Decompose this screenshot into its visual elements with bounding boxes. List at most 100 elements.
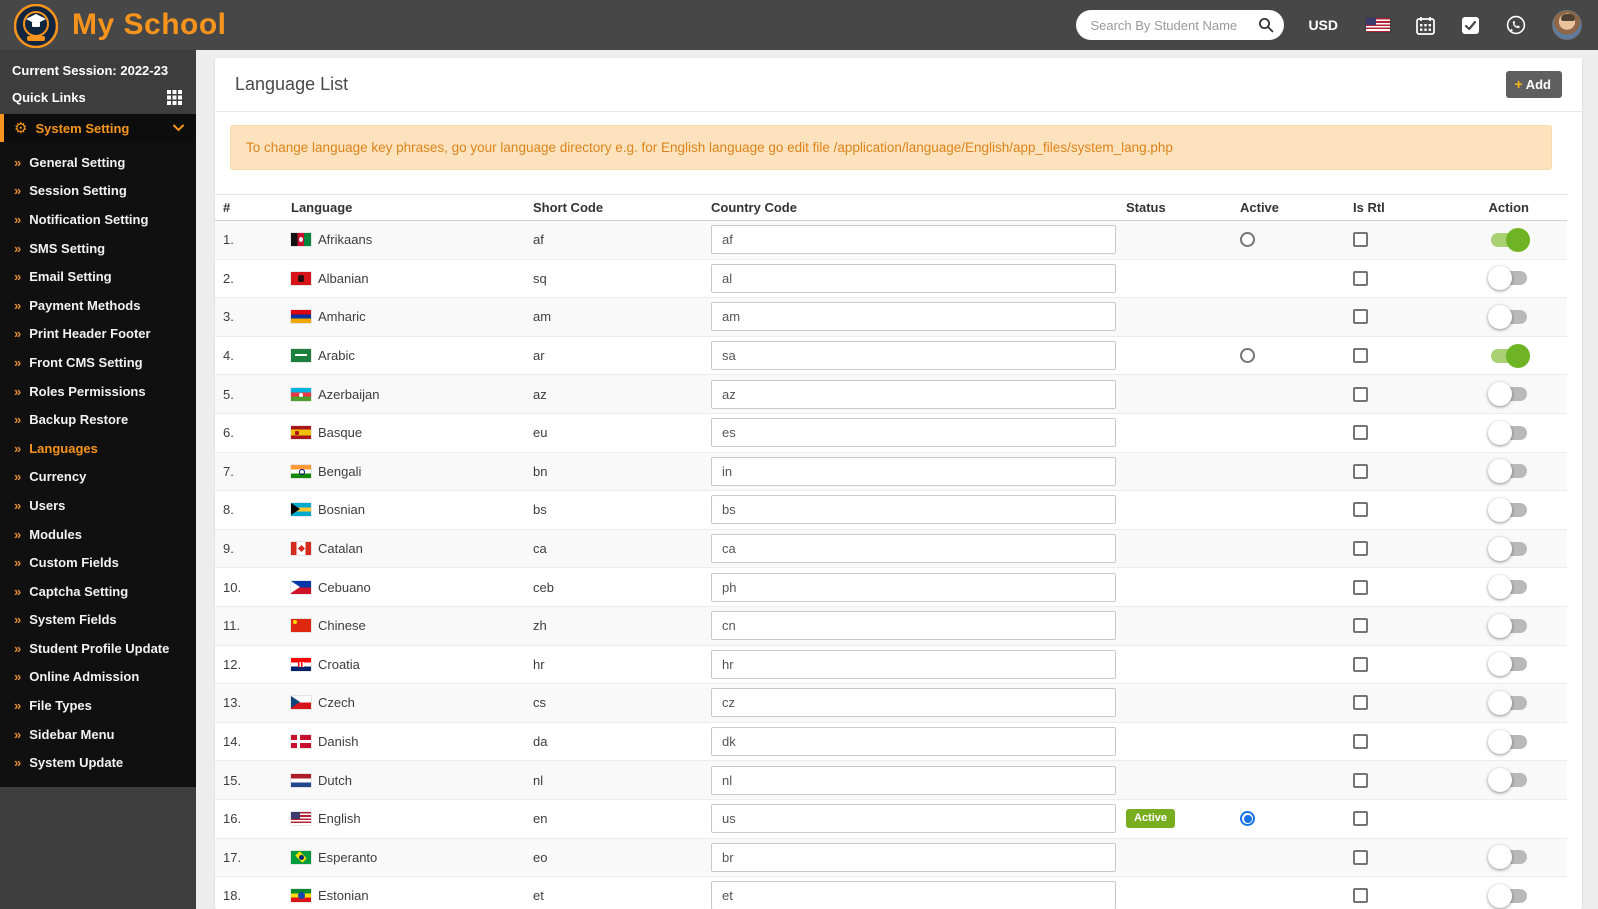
country-code-input[interactable] <box>711 842 1116 872</box>
sidebar-item-notification-setting[interactable]: » Notification Setting <box>0 205 196 234</box>
is-rtl-checkbox[interactable] <box>1353 502 1368 518</box>
country-code-input[interactable] <box>711 727 1116 757</box>
is-rtl-checkbox[interactable] <box>1353 618 1368 634</box>
enable-toggle[interactable] <box>1488 845 1530 870</box>
add-language-button[interactable]: + Add <box>1505 71 1562 98</box>
sidebar-item-backup-restore[interactable]: » Backup Restore <box>0 405 196 434</box>
is-rtl-checkbox[interactable] <box>1353 309 1368 325</box>
column-header-active: Active <box>1240 200 1280 215</box>
is-rtl-checkbox[interactable] <box>1353 579 1368 595</box>
enable-toggle[interactable] <box>1488 227 1530 252</box>
country-code-input[interactable] <box>711 379 1116 409</box>
sidebar-item-sms-setting[interactable]: » SMS Setting <box>0 234 196 263</box>
is-rtl-checkbox[interactable] <box>1353 695 1368 711</box>
language-name: Czech <box>318 695 355 711</box>
whatsapp-button[interactable] <box>1506 15 1526 35</box>
student-search-box[interactable] <box>1076 10 1285 40</box>
is-rtl-checkbox[interactable] <box>1353 348 1368 364</box>
sidebar-item-session-setting[interactable]: » Session Setting <box>0 177 196 206</box>
row-number: 12. <box>223 656 242 672</box>
is-rtl-checkbox[interactable] <box>1353 270 1368 286</box>
row-number: 9. <box>223 541 234 557</box>
sidebar-item-student-profile-update[interactable]: » Student Profile Update <box>0 634 196 663</box>
short-code: en <box>533 811 548 827</box>
sidebar-item-currency[interactable]: » Currency <box>0 463 196 492</box>
double-chevron-right-icon: » <box>14 183 22 199</box>
is-rtl-checkbox[interactable] <box>1353 734 1368 750</box>
enable-toggle[interactable] <box>1488 883 1530 908</box>
sidebar-item-system-update[interactable]: » System Update <box>0 748 196 777</box>
is-rtl-checkbox[interactable] <box>1353 425 1368 441</box>
sidebar-item-sidebar-menu[interactable]: » Sidebar Menu <box>0 720 196 749</box>
user-avatar[interactable] <box>1552 10 1582 40</box>
enable-toggle[interactable] <box>1488 459 1530 484</box>
active-radio[interactable] <box>1240 348 1255 364</box>
sidebar-item-payment-methods[interactable]: » Payment Methods <box>0 291 196 320</box>
country-code-input[interactable] <box>711 225 1116 255</box>
country-code-input[interactable] <box>711 881 1116 909</box>
enable-toggle[interactable] <box>1488 343 1530 368</box>
sidebar-item-file-types[interactable]: » File Types <box>0 691 196 720</box>
sidebar-item-languages[interactable]: » Languages <box>0 434 196 463</box>
is-rtl-checkbox[interactable] <box>1353 463 1368 479</box>
country-code-input[interactable] <box>711 572 1116 602</box>
is-rtl-checkbox[interactable] <box>1353 811 1368 827</box>
calendar-button[interactable] <box>1416 16 1435 35</box>
quick-links[interactable]: Quick Links <box>0 82 196 114</box>
enable-toggle[interactable] <box>1488 382 1530 407</box>
country-code-input[interactable] <box>711 302 1116 332</box>
search-icon[interactable] <box>1258 17 1274 33</box>
enable-toggle[interactable] <box>1488 652 1530 677</box>
sidebar-item-system-fields[interactable]: » System Fields <box>0 606 196 635</box>
country-code-input[interactable] <box>711 263 1116 293</box>
country-code-input[interactable] <box>711 341 1116 371</box>
country-code-input[interactable] <box>711 495 1116 525</box>
active-radio[interactable] <box>1240 811 1255 827</box>
enable-toggle[interactable] <box>1488 575 1530 600</box>
sidebar-item-general-setting[interactable]: » General Setting <box>0 148 196 177</box>
sidebar-item-captcha-setting[interactable]: » Captcha Setting <box>0 577 196 606</box>
country-code-input[interactable] <box>711 456 1116 486</box>
enable-toggle[interactable] <box>1488 536 1530 561</box>
is-rtl-checkbox[interactable] <box>1353 656 1368 672</box>
country-code-input[interactable] <box>711 804 1116 834</box>
enable-toggle[interactable] <box>1488 768 1530 793</box>
sidebar-item-email-setting[interactable]: » Email Setting <box>0 262 196 291</box>
enable-toggle[interactable] <box>1488 420 1530 445</box>
is-rtl-checkbox[interactable] <box>1353 232 1368 248</box>
language-flag-selector[interactable] <box>1366 18 1390 32</box>
is-rtl-checkbox[interactable] <box>1353 541 1368 557</box>
country-code-input[interactable] <box>711 688 1116 718</box>
language-name: Catalan <box>318 541 363 557</box>
sidebar-item-users[interactable]: » Users <box>0 491 196 520</box>
sidebar-item-label: Modules <box>29 526 82 542</box>
country-code-input[interactable] <box>711 418 1116 448</box>
sidebar-item-custom-fields[interactable]: » Custom Fields <box>0 548 196 577</box>
enable-toggle[interactable] <box>1488 613 1530 638</box>
sidebar-item-online-admission[interactable]: » Online Admission <box>0 663 196 692</box>
country-code-input[interactable] <box>711 649 1116 679</box>
is-rtl-checkbox[interactable] <box>1353 772 1368 788</box>
enable-toggle[interactable] <box>1488 690 1530 715</box>
is-rtl-checkbox[interactable] <box>1353 849 1368 865</box>
active-radio[interactable] <box>1240 232 1255 248</box>
currency-selector[interactable]: USD <box>1308 17 1338 33</box>
country-code-input[interactable] <box>711 534 1116 564</box>
enable-toggle[interactable] <box>1488 497 1530 522</box>
is-rtl-checkbox[interactable] <box>1353 888 1368 904</box>
enable-toggle[interactable] <box>1488 729 1530 754</box>
enable-toggle[interactable] <box>1488 266 1530 291</box>
country-code-input[interactable] <box>711 611 1116 641</box>
country-code-input[interactable] <box>711 765 1116 795</box>
search-input[interactable] <box>1090 17 1259 33</box>
sidebar-item-print-header-footer[interactable]: » Print Header Footer <box>0 320 196 349</box>
todo-list-button[interactable] <box>1461 16 1480 35</box>
double-chevron-right-icon: » <box>14 412 22 428</box>
sidebar-menu-system-setting[interactable]: ⚙ System Setting <box>0 114 196 142</box>
sidebar-item-roles-permissions[interactable]: » Roles Permissions <box>0 377 196 406</box>
sidebar-item-front-cms-setting[interactable]: » Front CMS Setting <box>0 348 196 377</box>
is-rtl-checkbox[interactable] <box>1353 386 1368 402</box>
double-chevron-right-icon: » <box>14 326 22 342</box>
sidebar-item-modules[interactable]: » Modules <box>0 520 196 549</box>
enable-toggle[interactable] <box>1488 304 1530 329</box>
